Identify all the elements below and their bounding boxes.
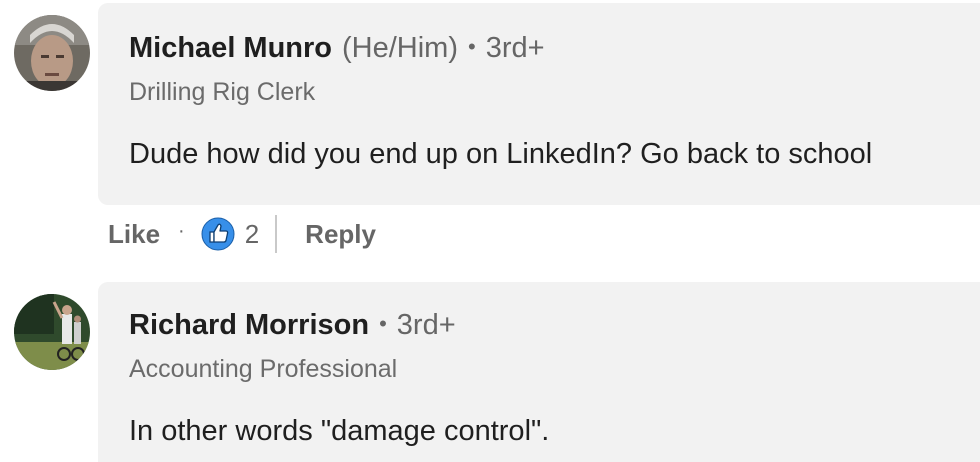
avatar[interactable]: [14, 15, 90, 91]
author-headline: Drilling Rig Clerk: [129, 78, 316, 106]
separator-dot: •: [468, 34, 476, 59]
separator-dot: •: [379, 311, 387, 336]
comment-text: Dude how did you end up on LinkedIn? Go …: [129, 138, 873, 170]
avatar-photo: [14, 15, 90, 91]
like-button[interactable]: Like: [108, 219, 160, 250]
avatar-photo: [14, 294, 90, 370]
avatar[interactable]: [14, 294, 90, 370]
author-line: Richard Morrison • 3rd+: [129, 307, 456, 345]
comment-bubble: Richard Morrison • 3rd+ Accounting Profess…: [98, 282, 980, 462]
author-headline: Accounting Professional: [129, 355, 398, 383]
comment-bubble: Michael Munro (He/Him) • 3rd+ Drilling Rig …: [98, 3, 980, 205]
action-separator: ·: [178, 219, 185, 242]
comment-text: In other words "damage control".: [129, 415, 550, 447]
author-line: Michael Munro (He/Him) • 3rd+: [129, 30, 545, 68]
thumbs-up-icon[interactable]: [201, 217, 235, 251]
author-name[interactable]: Michael Munro: [129, 32, 332, 64]
connection-degree: 3rd+: [396, 309, 456, 341]
comment-actions: Like · 2 Reply: [108, 214, 376, 254]
author-name[interactable]: Richard Morrison: [129, 309, 369, 341]
reaction-count[interactable]: 2: [245, 219, 259, 250]
reply-button[interactable]: Reply: [305, 219, 376, 250]
connection-degree: 3rd+: [485, 32, 545, 64]
actions-divider: [275, 215, 278, 253]
author-pronouns: (He/Him): [342, 32, 459, 64]
